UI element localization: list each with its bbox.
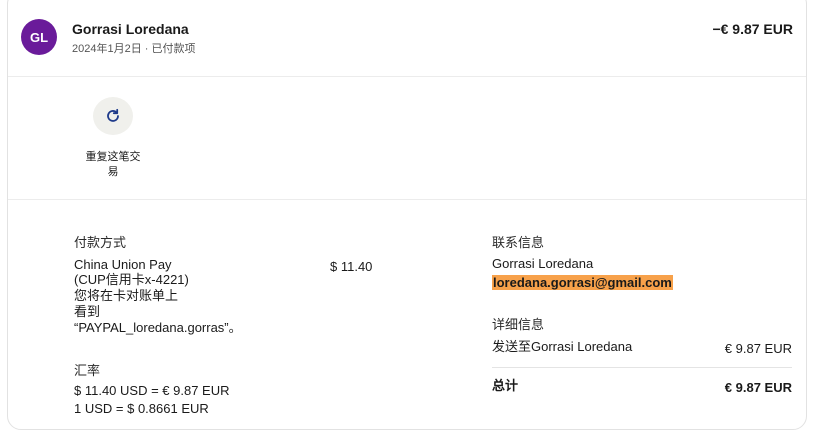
payment-amount: $ 11.40 (330, 259, 373, 274)
payment-method-line: 您将在卡对账单上 (74, 288, 179, 303)
payment-method-heading: 付款方式 (74, 235, 127, 250)
details-heading: 详细信息 (492, 317, 545, 332)
exchange-rate-line: 1 USD = $ 0.8661 EUR (74, 401, 209, 416)
payment-method-line: (CUP信用卡x-4221) (74, 272, 189, 287)
sent-to-label: 发送至Gorrasi Loredana (492, 339, 633, 354)
repeat-transaction-button[interactable] (93, 97, 133, 135)
contact-name: Gorrasi Loredana (492, 256, 594, 271)
divider (8, 199, 806, 200)
repeat-transaction-label[interactable]: 重复这笔交易 (82, 150, 144, 180)
refresh-icon (107, 108, 119, 122)
transaction-card (7, 0, 807, 430)
payee-name: Gorrasi Loredana (72, 21, 189, 37)
payment-method-line: China Union Pay (74, 257, 172, 272)
sent-amount: € 9.87 EUR (724, 341, 792, 356)
payment-method-line: “PAYPAL_loredana.gorras”。 (74, 320, 242, 335)
exchange-rate-line: $ 11.40 USD = € 9.87 EUR (74, 383, 230, 398)
avatar: GL (21, 19, 57, 55)
divider (8, 76, 806, 77)
total-label: 总计 (492, 378, 519, 393)
divider (492, 367, 792, 368)
exchange-rate-heading: 汇率 (74, 363, 101, 378)
contact-info-heading: 联系信息 (492, 235, 545, 250)
payment-method-line: 看到 (74, 304, 101, 319)
contact-email-link[interactable]: loredana.gorrasi@gmail.com (492, 275, 673, 290)
transaction-subtitle: 2024年1月2日 · 已付款项 (72, 43, 196, 55)
transaction-amount: −€ 9.87 EUR (712, 21, 793, 37)
total-amount: € 9.87 EUR (724, 380, 792, 395)
